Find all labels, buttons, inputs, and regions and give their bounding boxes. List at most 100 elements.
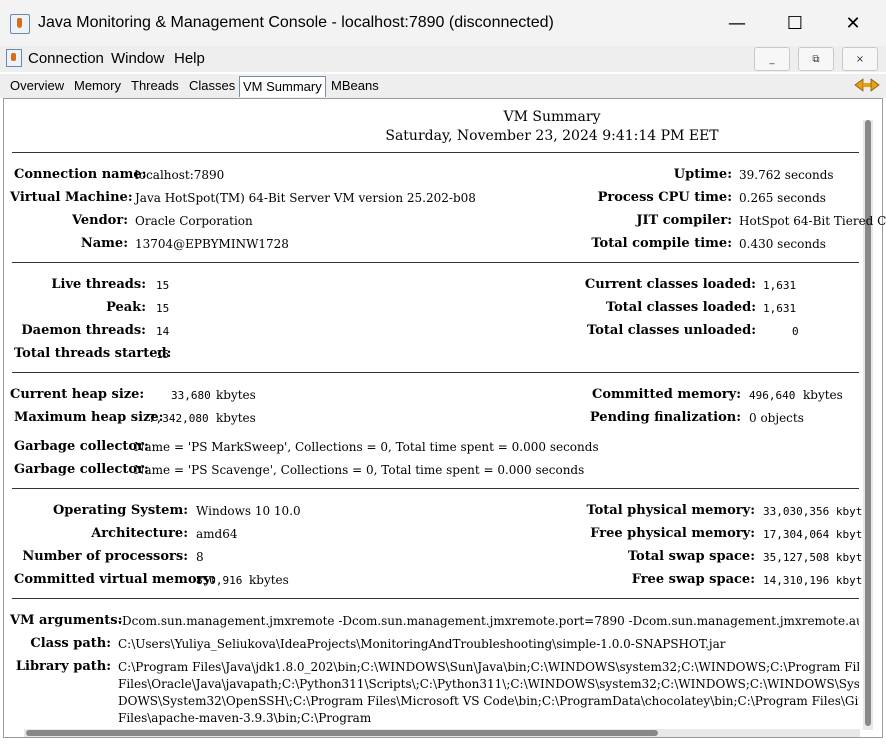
operating-system-label: Operating System:: [52, 503, 188, 518]
total-classes-loaded-label: Total classes loaded:: [605, 300, 756, 315]
total-classes-unloaded-value: 0: [792, 325, 799, 338]
total-classes-loaded-value: 1,631: [763, 302, 797, 315]
jit-compiler-value: HotSpot 64-Bit Tiered C: [739, 214, 886, 228]
daemon-threads-value: 14: [156, 325, 170, 338]
number-of-processors-value: 8: [196, 550, 204, 564]
virtual-machine-label: Virtual Machine:: [10, 190, 133, 205]
free-physical-memory-label: Free physical memory:: [590, 526, 755, 541]
maximize-button[interactable]: ☐: [766, 0, 824, 46]
vendor-value: Oracle Corporation: [135, 214, 253, 228]
committed-virtual-memory-value: 850,916: [196, 574, 243, 587]
internal-restore-button[interactable]: ⧉: [798, 47, 834, 71]
current-heap-size-value: 33,680: [171, 389, 211, 402]
divider: [12, 598, 859, 599]
committed-memory-unit: kbytes: [803, 388, 843, 402]
maximum-heap-size-unit: kbytes: [216, 411, 256, 425]
current-classes-loaded-label: Current classes loaded:: [584, 277, 756, 292]
horizontal-scrollbar-thumb[interactable]: [26, 730, 658, 736]
pending-finalization-label: Pending finalization:: [589, 410, 741, 425]
free-swap-space-label: Free swap space:: [631, 572, 755, 587]
jit-compiler-label: JIT compiler:: [636, 213, 732, 228]
internal-close-button[interactable]: ×: [842, 47, 878, 71]
maximum-heap-size-label: Maximum heap size:: [14, 410, 164, 425]
operating-system-value: Windows 10 10.0: [196, 504, 301, 518]
divider: [12, 488, 859, 489]
committed-virtual-memory-label: Committed virtual memory:: [14, 572, 216, 587]
current-heap-size-label: Current heap size:: [10, 387, 145, 402]
current-classes-loaded-value: 1,631: [763, 279, 797, 292]
vertical-scrollbar-thumb[interactable]: [865, 120, 871, 726]
committed-memory-label: Committed memory:: [591, 387, 741, 402]
menu-connection[interactable]: Connection: [28, 50, 104, 67]
garbage-collector-label: Garbage collector:: [14, 462, 149, 477]
name-label: Name:: [80, 236, 128, 251]
close-button[interactable]: ✕: [824, 0, 882, 46]
total-physical-memory-value: 33,030,356 kbyt: [763, 505, 863, 518]
process-cpu-time-value: 0.265 seconds: [739, 191, 826, 205]
vm-arguments-value: -Dcom.sun.management.jmxremote -Dcom.sun…: [118, 614, 859, 628]
tab-threads[interactable]: Threads: [128, 78, 182, 96]
internal-minimize-button[interactable]: _: [754, 47, 790, 71]
tab-scroll-arrows-icon[interactable]: [854, 78, 880, 92]
menu-help[interactable]: Help: [174, 50, 205, 67]
uptime-value: 39.762 seconds: [739, 168, 834, 182]
menu-window[interactable]: Window: [111, 50, 164, 67]
uptime-label: Uptime:: [673, 167, 732, 182]
live-threads-value: 15: [156, 279, 170, 292]
divider: [12, 152, 859, 153]
free-swap-space-value: 14,310,196 kbyt: [763, 574, 863, 587]
current-heap-size-unit: kbytes: [216, 388, 256, 402]
committed-virtual-memory-unit: kbytes: [249, 573, 289, 587]
total-compile-time-value: 0.430 seconds: [739, 237, 826, 251]
library-path-label: Library path:: [15, 659, 111, 674]
total-swap-space-value: 35,127,508 kbyt: [763, 551, 863, 564]
number-of-processors-label: Number of processors:: [22, 549, 188, 564]
divider: [12, 372, 859, 373]
garbage-collector-label: Garbage collector:: [14, 439, 149, 454]
virtual-machine-value: Java HotSpot(TM) 64-Bit Server VM versio…: [135, 191, 476, 205]
summary-title: VM Summary: [503, 109, 601, 125]
java-menu-icon: [6, 49, 22, 67]
connection-name-value: localhost:7890: [135, 168, 225, 182]
total-classes-unloaded-label: Total classes unloaded:: [587, 323, 756, 338]
library-path-line: Files\apache-maven-3.9.3\bin;C:\Program: [118, 711, 372, 725]
peak-value: 15: [156, 302, 170, 315]
divider: [12, 262, 859, 263]
vm-details-region: VM arguments: -Dcom.sun.management.jmxre…: [0, 605, 859, 725]
tab-overview[interactable]: Overview: [7, 78, 67, 96]
class-path-label: Class path:: [30, 636, 111, 651]
total-compile-time-label: Total compile time:: [591, 236, 732, 251]
tab-mbeans[interactable]: MBeans: [328, 78, 382, 96]
connection-name-label: Connection name:: [14, 167, 147, 182]
minimize-button[interactable]: —: [708, 0, 766, 46]
vm-arguments-label: VM arguments:: [10, 613, 123, 628]
total-threads-started-value: 15: [156, 348, 170, 361]
pending-finalization-value: 0 objects: [749, 411, 804, 425]
library-path-line: DOWS\System32\OpenSSH\;C:\Program Files\…: [118, 694, 859, 708]
class-path-value: C:\Users\Yuliya_Seliukova\IdeaProjects\M…: [118, 637, 726, 651]
name-value: 13704@EPBYMINW1728: [135, 237, 289, 251]
peak-label: Peak:: [106, 300, 146, 315]
library-path-line: C:\Program Files\Java\jdk1.8.0_202\bin;C…: [118, 660, 859, 674]
summary-datetime: Saturday, November 23, 2024 9:41:14 PM E…: [385, 128, 719, 144]
garbage-collector-value: Name = 'PS Scavenge', Collections = 0, T…: [134, 463, 585, 477]
architecture-value: amd64: [196, 527, 238, 541]
process-cpu-time-label: Process CPU time:: [597, 190, 732, 205]
daemon-threads-label: Daemon threads:: [21, 323, 146, 338]
tab-vm-summary[interactable]: VM Summary: [239, 76, 326, 97]
tab-classes[interactable]: Classes: [186, 78, 238, 96]
free-physical-memory-value: 17,304,064 kbyt: [763, 528, 863, 541]
java-app-icon: [10, 14, 30, 34]
architecture-label: Architecture:: [91, 526, 188, 541]
committed-memory-value: 496,640: [749, 389, 796, 402]
total-threads-started-label: Total threads started:: [14, 346, 172, 361]
window-title: Java Monitoring & Management Console - l…: [38, 14, 554, 31]
tab-memory[interactable]: Memory: [71, 78, 124, 96]
library-path-line: Files\Oracle\Java\javapath;C:\Python311\…: [118, 677, 859, 691]
garbage-collector-value: Name = 'PS MarkSweep', Collections = 0, …: [134, 440, 599, 454]
total-swap-space-label: Total swap space:: [627, 549, 755, 564]
live-threads-label: Live threads:: [51, 277, 146, 292]
vendor-label: Vendor:: [71, 213, 128, 228]
total-physical-memory-label: Total physical memory:: [586, 503, 755, 518]
maximum-heap-size-value: 7,342,080: [149, 412, 209, 425]
